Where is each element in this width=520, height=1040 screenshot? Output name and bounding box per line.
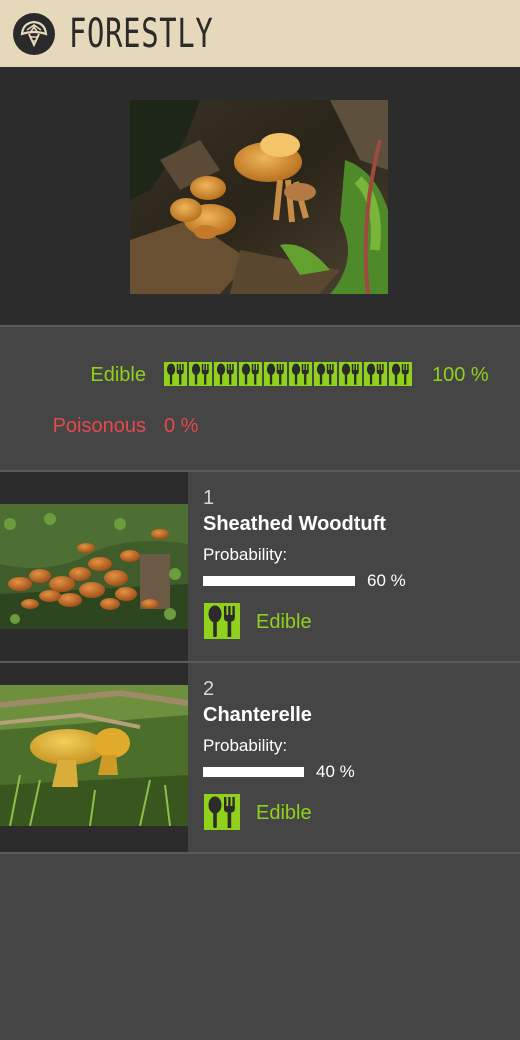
app-header: FORESTLY	[0, 0, 520, 67]
result-card-1[interactable]: 1 Sheathed Woodtuft Probability: 60 % Ed…	[0, 472, 520, 661]
probability-bar	[203, 576, 355, 586]
meter-cell	[264, 362, 287, 386]
poisonous-summary-percent: 0 %	[164, 415, 199, 437]
meter-cell	[364, 362, 387, 386]
spoon-fork-icon	[204, 794, 240, 830]
result-rank: 2	[203, 678, 215, 700]
edibility-label: Edible	[256, 802, 312, 824]
meter-cell	[239, 362, 262, 386]
result-name: Sheathed Woodtuft	[203, 513, 386, 535]
app-brand-title: FORESTLY	[69, 11, 214, 57]
meter-cell	[214, 362, 237, 386]
probability-percent: 40 %	[316, 762, 355, 781]
meter-cell	[289, 362, 312, 386]
meter-cell	[339, 362, 362, 386]
result-divider	[0, 852, 520, 854]
meter-cell	[314, 362, 337, 386]
spoon-fork-icon	[204, 603, 240, 639]
probability-percent: 60 %	[367, 571, 406, 590]
edibility-summary	[0, 327, 520, 470]
mushroom-logo-icon[interactable]	[13, 13, 55, 55]
poisonous-summary-label: Poisonous	[52, 415, 146, 437]
edible-summary-percent: 100 %	[432, 364, 489, 386]
result-photo-chanterelle	[0, 685, 188, 826]
edibility-label: Edible	[256, 611, 312, 633]
result-photo-sheathed-woodtuft	[0, 504, 188, 629]
probability-label: Probability:	[203, 545, 288, 564]
result-card-2[interactable]: 2 Chanterelle Probability: 40 % Edible	[0, 663, 520, 852]
meter-cell	[189, 362, 212, 386]
probability-label: Probability:	[203, 736, 288, 755]
app-root: FORESTLY Edible 100 % Poisonous 0 % 1 Sh…	[0, 0, 520, 1040]
result-rank: 1	[203, 487, 215, 509]
meter-cell	[389, 362, 412, 386]
meter-cell	[164, 362, 187, 386]
edible-meter	[164, 362, 412, 386]
result-name: Chanterelle	[203, 704, 312, 726]
probability-bar	[203, 767, 304, 777]
mushroom-photo[interactable]	[130, 100, 388, 294]
edible-summary-label: Edible	[90, 364, 146, 386]
